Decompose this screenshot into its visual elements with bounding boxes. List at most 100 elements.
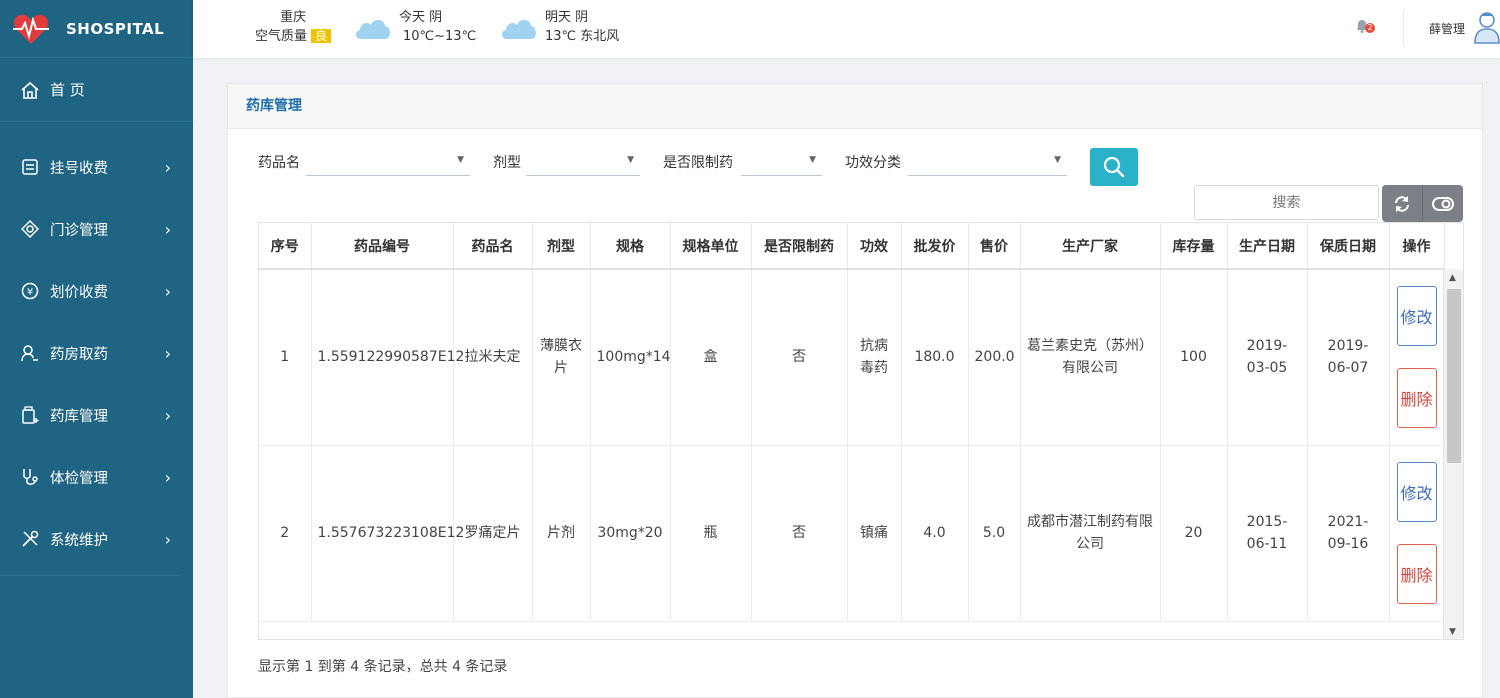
drug-name-label: 药品名 (258, 155, 300, 171)
delete-button[interactable]: 删除 (1396, 544, 1437, 604)
sidebar-item-drug-store[interactable]: 药库管理 › (0, 384, 193, 446)
column-header[interactable]: 批发价 (901, 223, 969, 270)
table-toolbar (1382, 185, 1463, 222)
search-button[interactable] (1090, 148, 1138, 186)
cell-form: 片剂 (532, 445, 591, 622)
chevron-right-icon: › (164, 405, 171, 425)
search-icon (1103, 156, 1125, 178)
cell-produced: 2015-06-11 (1227, 445, 1308, 622)
weather-today: 今天 阴 10℃~13℃ (353, 8, 476, 46)
sidebar-item-label: 挂号收费 (50, 160, 108, 177)
cell-actions: 修改 删除 (1389, 445, 1445, 622)
chevron-right-icon: › (164, 219, 171, 239)
chevron-right-icon: › (164, 467, 171, 487)
pharmacy-icon (20, 343, 40, 363)
sidebar-item-system[interactable]: 系统维护 › (0, 508, 193, 570)
column-header[interactable]: 售价 (968, 223, 1021, 270)
cell-efficacy: 抗病毒药 (847, 269, 902, 446)
top-header: 重庆 空气质量 良 今天 阴 10℃~13℃ 明天 阴 13℃ 东北风 2 薛管… (193, 0, 1500, 58)
restricted-select[interactable]: ▼ (741, 148, 822, 176)
register-icon (20, 157, 40, 177)
drug-name-select[interactable]: ▼ (306, 148, 470, 176)
sidebar-item-pharmacy[interactable]: 药房取药 › (0, 322, 193, 384)
weather-tomorrow: 明天 阴 13℃ 东北风 (499, 8, 619, 46)
sidebar: SHOSPITAL 首 页 挂号收费 › 门诊管理 › ¥ 划价收费 › 药房取… (0, 0, 193, 698)
cell-code: 1.557673223108E12 (311, 445, 464, 622)
filter-row: 药品名 ▼ 剂型 ▼ 是否限制药 ▼ 功效分类 ▼ (228, 148, 1482, 178)
today-temp: 10℃~13℃ (403, 29, 477, 44)
column-header[interactable]: 规格单位 (670, 223, 752, 270)
sidebar-item-checkup[interactable]: 体检管理 › (0, 446, 193, 508)
sidebar-item-clinic[interactable]: 门诊管理 › (0, 198, 193, 260)
column-header[interactable]: 是否限制药 (751, 223, 848, 270)
toggle-icon (1432, 196, 1454, 211)
air-quality-badge: 良 (311, 29, 332, 43)
scrollbar-thumb[interactable] (1447, 289, 1461, 463)
cell-unit: 瓶 (670, 445, 752, 622)
edit-button[interactable]: 修改 (1396, 462, 1437, 522)
cell-expires: 2019-06-07 (1307, 269, 1390, 446)
table-scrollbar[interactable]: ▲ ▼ (1443, 269, 1463, 639)
header-divider (1403, 10, 1404, 46)
sidebar-item-label: 门诊管理 (50, 222, 108, 239)
scroll-down-icon[interactable]: ▼ (1449, 627, 1456, 637)
cell-unit: 盒 (670, 269, 752, 446)
pricing-icon: ¥ (20, 281, 40, 301)
sidebar-item-home[interactable]: 首 页 (0, 58, 193, 122)
column-header[interactable]: 规格 (590, 223, 671, 270)
column-header[interactable]: 序号 (259, 223, 312, 270)
caret-down-icon: ▼ (457, 155, 464, 165)
column-header[interactable]: 功效 (847, 223, 902, 270)
column-header[interactable]: 剂型 (532, 223, 591, 270)
sidebar-item-pricing[interactable]: ¥ 划价收费 › (0, 260, 193, 322)
cell-code: 1.559122990587E12 (311, 269, 464, 446)
caret-down-icon: ▼ (809, 155, 816, 165)
table-header-row: 序号 药品编号 药品名 剂型 规格 规格单位 是否限制药 功效 批发价 售价 生… (259, 223, 1445, 270)
column-header[interactable]: 保质日期 (1307, 223, 1390, 270)
caret-down-icon: ▼ (1054, 155, 1061, 165)
efficacy-select[interactable]: ▼ (908, 148, 1067, 176)
toggle-view-button[interactable] (1422, 185, 1463, 222)
column-header[interactable]: 药品编号 (311, 223, 454, 270)
tomorrow-label: 明天 (545, 10, 572, 25)
dosage-form-select[interactable]: ▼ (526, 148, 640, 176)
cell-index: 1 (259, 269, 312, 446)
today-weather: 阴 (429, 10, 443, 25)
scroll-up-icon[interactable]: ▲ (1449, 273, 1456, 283)
drug-store-icon (20, 405, 40, 425)
sidebar-item-label: 药房取药 (50, 346, 108, 363)
delete-button[interactable]: 删除 (1396, 368, 1437, 429)
column-header[interactable]: 生产日期 (1227, 223, 1308, 270)
panel-title: 药库管理 (228, 84, 1482, 129)
today-label: 今天 (399, 10, 426, 25)
chevron-right-icon: › (164, 281, 171, 301)
notification-badge: 2 (1365, 23, 1375, 33)
cell-restricted: 否 (751, 269, 848, 446)
doctor-avatar-icon[interactable] (1474, 10, 1500, 44)
refresh-button[interactable] (1382, 185, 1422, 222)
username[interactable]: 薛管理 (1429, 20, 1465, 37)
cell-name: 罗痛定片 (453, 445, 533, 622)
sidebar-item-register[interactable]: 挂号收费 › (0, 136, 193, 198)
air-quality-label: 空气质量 (255, 29, 308, 44)
column-header[interactable]: 库存量 (1160, 223, 1228, 270)
edit-button[interactable]: 修改 (1396, 286, 1437, 347)
notification-button[interactable]: 2 (1354, 18, 1375, 36)
tools-icon (20, 529, 40, 549)
caret-down-icon: ▼ (627, 155, 634, 165)
refresh-icon (1395, 195, 1409, 212)
column-header[interactable]: 生产厂家 (1020, 223, 1161, 270)
table-search-input[interactable] (1194, 185, 1379, 220)
home-icon (21, 81, 39, 99)
cell-produced: 2019-03-05 (1227, 269, 1308, 446)
checkup-icon (20, 467, 40, 487)
brand-name: SHOSPITAL (66, 19, 165, 38)
dosage-form-label: 剂型 (493, 155, 521, 171)
chevron-right-icon: › (164, 529, 171, 549)
cell-stock: 100 (1160, 269, 1228, 446)
chevron-right-icon: › (164, 157, 171, 177)
cell-stock: 20 (1160, 445, 1228, 622)
cell-actions: 修改 删除 (1389, 269, 1445, 446)
column-header[interactable]: 药品名 (453, 223, 533, 270)
cell-wholesale: 180.0 (901, 269, 969, 446)
